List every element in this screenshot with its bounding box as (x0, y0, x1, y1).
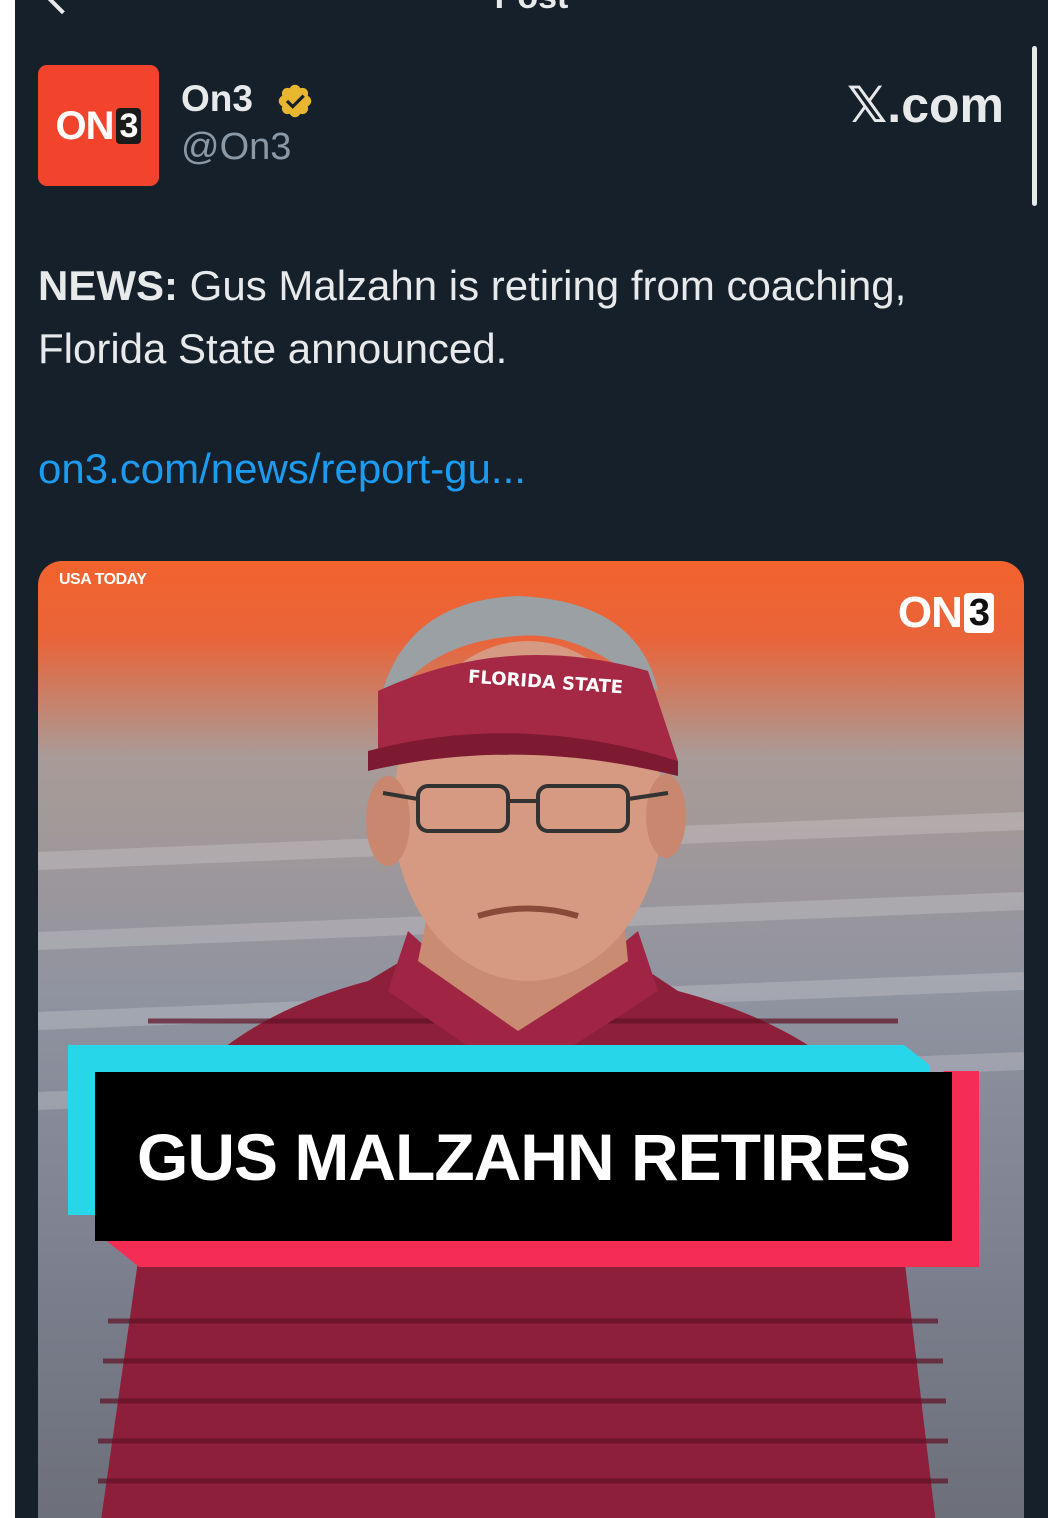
post-link[interactable]: on3.com/news/report-gu... (38, 445, 526, 493)
on3-watermark-logo: ON 3 (898, 591, 994, 635)
headline-text: GUS MALZAHN RETIRES (137, 1119, 911, 1194)
avatar[interactable]: ON 3 (38, 65, 159, 186)
display-name[interactable]: On3 (181, 78, 253, 120)
on3-logo: ON 3 (56, 106, 142, 146)
post-text: NEWS: Gus Malzahn is retiring from coach… (38, 254, 1018, 380)
user-handle[interactable]: @On3 (181, 126, 291, 169)
headline-banner: GUS MALZAHN RETIRES (95, 1072, 952, 1241)
verified-badge-icon (278, 84, 312, 118)
scrollbar[interactable] (1032, 46, 1037, 206)
photo-credit: USA TODAY (59, 571, 147, 588)
source-label: 𝕏.com (847, 77, 1004, 133)
post-screen: Post ON3 On3 @On3 𝕏.com NEWS: Gus Malzah… (15, 0, 1048, 1518)
post-lead: NEWS: (38, 262, 178, 309)
coach-photo: FLORIDA STATE (38, 596, 1024, 1518)
post-media-image[interactable]: FLORIDA STATE USA TODAY ON 3 GUS MALZAHN … (38, 561, 1024, 1518)
top-bar: Post (15, 0, 1048, 17)
page-title: Post (15, 0, 1048, 17)
